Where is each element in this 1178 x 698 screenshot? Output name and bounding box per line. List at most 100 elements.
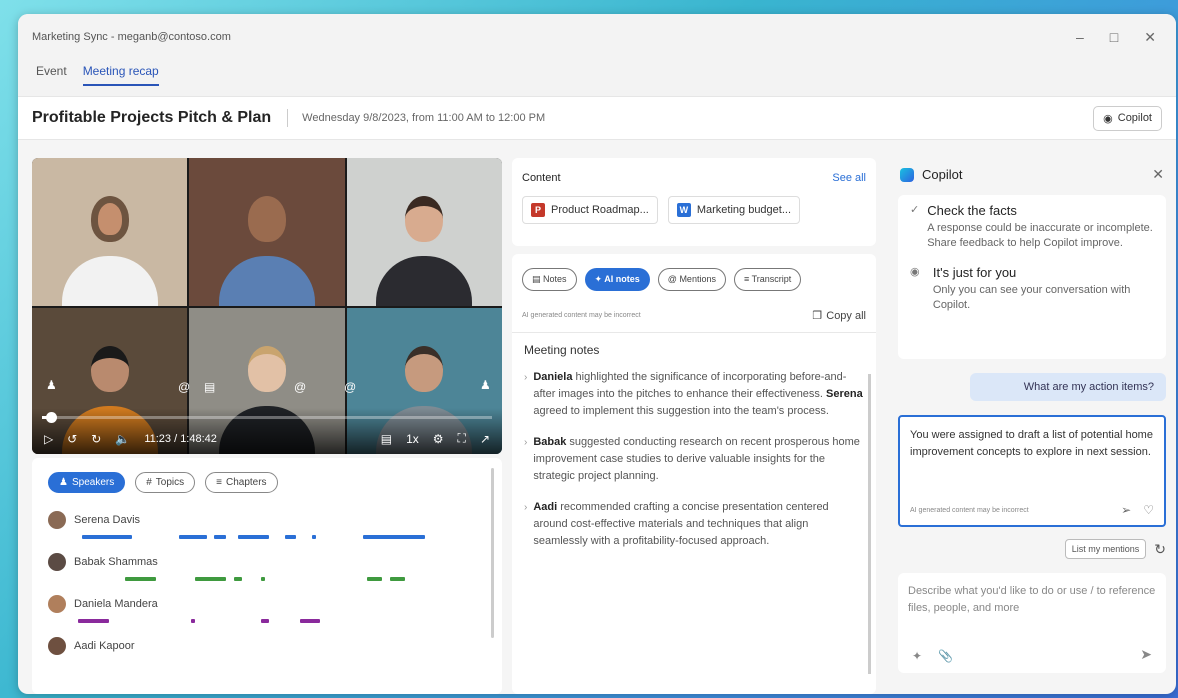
timeline-segment[interactable] (284, 535, 297, 539)
tab-ai-notes[interactable]: ✦ AI notes (584, 268, 650, 291)
tab-transcript[interactable]: ≡ Transcript (733, 268, 802, 291)
thumbs-up-icon[interactable]: ♡ (1143, 503, 1154, 517)
timeline-segment[interactable] (233, 577, 242, 581)
tab-label: Transcript (751, 274, 792, 284)
timeline-segment[interactable] (214, 535, 227, 539)
list-icon: ≡ (216, 477, 222, 488)
people-icon[interactable]: ♟ (480, 378, 491, 392)
file-item[interactable]: W Marketing budget... (667, 196, 801, 224)
tab-notes[interactable]: ▤ Notes (522, 268, 577, 291)
copilot-icon: ◉ (1103, 112, 1113, 125)
forward-icon[interactable]: ↻ (91, 432, 101, 446)
ai-disclaimer: AI generated content may be incorrect (522, 312, 641, 319)
timeline-segment[interactable] (362, 535, 425, 539)
maximize-icon[interactable]: □ (1110, 29, 1118, 46)
mention-icon[interactable]: @ (344, 380, 356, 394)
send-icon[interactable]: ➤ (1140, 646, 1152, 663)
chevron-right-icon[interactable]: › (524, 369, 527, 420)
pill-chapters[interactable]: ≡ Chapters (205, 472, 278, 493)
privacy-description: Only you can see your conversation with … (932, 284, 1131, 311)
mention-icon[interactable]: @ (294, 380, 306, 394)
notes-icon: ▤ (532, 274, 541, 284)
scrollbar[interactable] (491, 468, 494, 638)
speaker-timeline[interactable] (74, 577, 464, 581)
see-all-link[interactable]: See all (832, 172, 866, 184)
playback-speed[interactable]: 1x (406, 432, 419, 446)
timeline-segment[interactable] (261, 619, 269, 623)
close-icon[interactable]: ✕ (1152, 166, 1164, 183)
cursor-icon: ➢ (1121, 503, 1132, 517)
copilot-composer[interactable]: Describe what you'd like to do or use / … (898, 573, 1166, 673)
fullscreen-icon[interactable]: ⛶ (458, 431, 466, 446)
timeline-segment[interactable] (124, 577, 156, 581)
file-icon[interactable]: ▤ (204, 380, 215, 394)
speaker-row[interactable]: Babak Shammas (32, 549, 502, 591)
pill-speakers[interactable]: ♟ Speakers (48, 472, 126, 493)
timeline-segment[interactable] (179, 535, 207, 539)
video-progress-knob[interactable] (46, 412, 57, 423)
timeline-segment[interactable] (389, 577, 406, 581)
video-progress-bar[interactable] (42, 412, 492, 423)
captions-icon[interactable]: ▤ (381, 432, 392, 446)
sparkle-icon: ✦ (594, 274, 603, 284)
timeline-segment[interactable] (237, 535, 269, 539)
play-icon[interactable]: ▷ (44, 432, 53, 446)
copilot-panel: Copilot ✕ ✓ Check the facts A response c… (888, 154, 1176, 694)
timeline-segment[interactable] (81, 535, 133, 539)
video-tile (346, 158, 502, 306)
popout-icon[interactable]: ↗ (480, 432, 490, 446)
privacy-heading: It's just for you (932, 265, 1017, 280)
timeline-filter-pills: ♟ Speakers # Topics ≡ Chapters (32, 458, 502, 507)
tab-label: Mentions (679, 274, 716, 284)
people-icon[interactable]: ♟ (46, 378, 57, 392)
copilot-button[interactable]: ◉ Copilot (1093, 105, 1162, 131)
speaker-row[interactable]: Serena Davis (32, 507, 502, 549)
note-item[interactable]: › Babak suggested conducting research on… (524, 434, 864, 485)
video-time: 11:23 / 1:48:42 (144, 432, 217, 445)
rewind-icon[interactable]: ↺ (67, 432, 77, 446)
suggestion-chip[interactable]: List my mentions (1064, 539, 1147, 559)
timeline-segment[interactable] (311, 535, 316, 539)
app-window: Marketing Sync - meganb@contoso.com – □ … (18, 14, 1176, 694)
composer-placeholder[interactable]: Describe what you'd like to do or use / … (908, 583, 1156, 617)
word-icon: W (676, 203, 691, 217)
tab-event[interactable]: Event (36, 60, 67, 78)
copilot-title: Copilot (922, 167, 963, 182)
pill-label: Topics (155, 477, 185, 488)
note-item[interactable]: › Aadi recommended crafting a concise pr… (524, 499, 864, 550)
speakers-panel: ♟ Speakers # Topics ≡ Chapters Serena Da… (32, 458, 502, 694)
scrollbar[interactable] (868, 374, 871, 674)
powerpoint-icon: P (531, 203, 545, 217)
ai-response-text: You were assigned to draft a list of pot… (910, 429, 1153, 458)
tab-mentions[interactable]: @ Mentions (657, 268, 726, 291)
volume-icon[interactable]: 🔈 (115, 432, 130, 446)
timeline-segment[interactable] (77, 619, 110, 623)
pill-topics[interactable]: # Topics (135, 472, 196, 493)
copy-all-button[interactable]: ❐ Copy all (812, 309, 866, 323)
video-player[interactable]: ♟ @ ▤ @ @ ♟ ▷ ↺ ↻ 🔈 11:23 / 1:48:42 ▤ 1x… (32, 158, 502, 454)
tab-meeting-recap[interactable]: Meeting recap (82, 60, 159, 86)
speaker-name: Daniela Mandera (74, 598, 158, 610)
speaker-timeline[interactable] (74, 535, 464, 539)
timeline-segment[interactable] (300, 619, 320, 623)
timeline-segment[interactable] (366, 577, 383, 581)
refresh-icon[interactable]: ↻ (1154, 541, 1166, 558)
copilot-logo-icon (900, 167, 914, 182)
speaker-row[interactable]: Daniela Mandera (32, 591, 502, 633)
title-bar: Marketing Sync - meganb@contoso.com – □ … (18, 14, 1176, 60)
attach-icon[interactable]: 📎 (938, 649, 953, 663)
speaker-row[interactable]: Aadi Kapoor (32, 633, 502, 665)
mention-icon[interactable]: @ (178, 380, 190, 394)
settings-icon[interactable]: ⚙ (433, 432, 444, 446)
note-item[interactable]: › Daniela highlighted the significance o… (524, 369, 864, 420)
minimize-icon[interactable]: – (1076, 29, 1084, 46)
timeline-segment[interactable] (194, 577, 227, 581)
timeline-segment[interactable] (191, 619, 195, 623)
close-icon[interactable]: ✕ (1144, 29, 1156, 46)
speaker-timeline[interactable] (74, 619, 464, 623)
chevron-right-icon[interactable]: › (524, 434, 527, 485)
sparkle-icon[interactable]: ✦ (912, 649, 922, 663)
chevron-right-icon[interactable]: › (524, 499, 527, 550)
timeline-segment[interactable] (261, 577, 266, 581)
file-item[interactable]: P Product Roadmap... (522, 196, 658, 224)
